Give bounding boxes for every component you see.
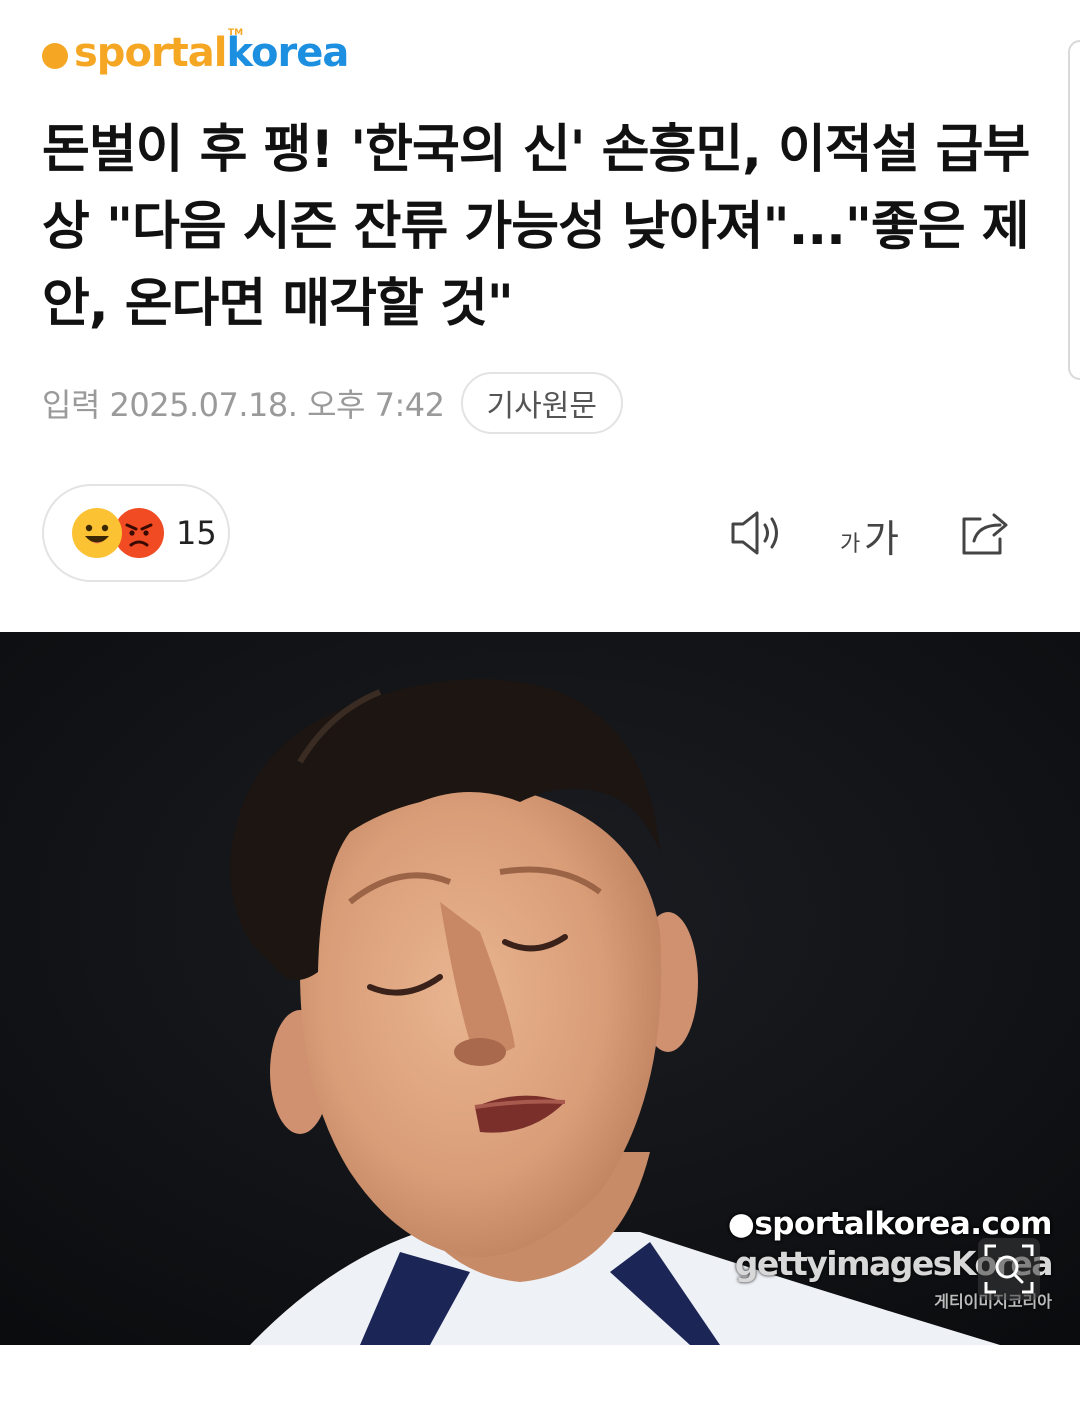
article-headline: 돈벌이 후 팽! '한국의 신' 손흥민, 이적설 급부상 "다음 시즌 잔류 …: [42, 120, 1030, 334]
logo-trademark: TM: [228, 28, 244, 38]
font-large-label: 가: [864, 517, 899, 561]
logo-text-korea: korea: [226, 30, 349, 76]
reaction-button[interactable]: 15: [42, 484, 230, 582]
original-article-button[interactable]: 기사원문: [460, 372, 623, 434]
happy-emoji-icon: [72, 508, 122, 558]
zoom-icon[interactable]: [978, 1238, 1040, 1300]
watermark-sportal: ●sportalkorea.com: [727, 1206, 1053, 1242]
share-icon[interactable]: [956, 505, 1016, 561]
article-photo[interactable]: ●sportalkorea.com gettyimagesKorea 게티이미지…: [0, 632, 1080, 1345]
speaker-icon[interactable]: [728, 505, 788, 561]
article-meta: 입력 2025.07.18. 오후 7:42 기사원문: [42, 372, 623, 434]
font-small-label: 가: [840, 532, 861, 557]
published-date: 입력 2025.07.18. 오후 7:42: [42, 386, 445, 424]
font-size-icon[interactable]: 가 가: [838, 508, 908, 564]
scroll-indicator: [1068, 40, 1080, 380]
logo-text-sportal: sportal: [74, 30, 227, 76]
logo-dot-icon: [42, 43, 68, 69]
publisher-logo[interactable]: sportalkorea TM: [42, 28, 349, 78]
reaction-count: 15: [176, 514, 217, 552]
